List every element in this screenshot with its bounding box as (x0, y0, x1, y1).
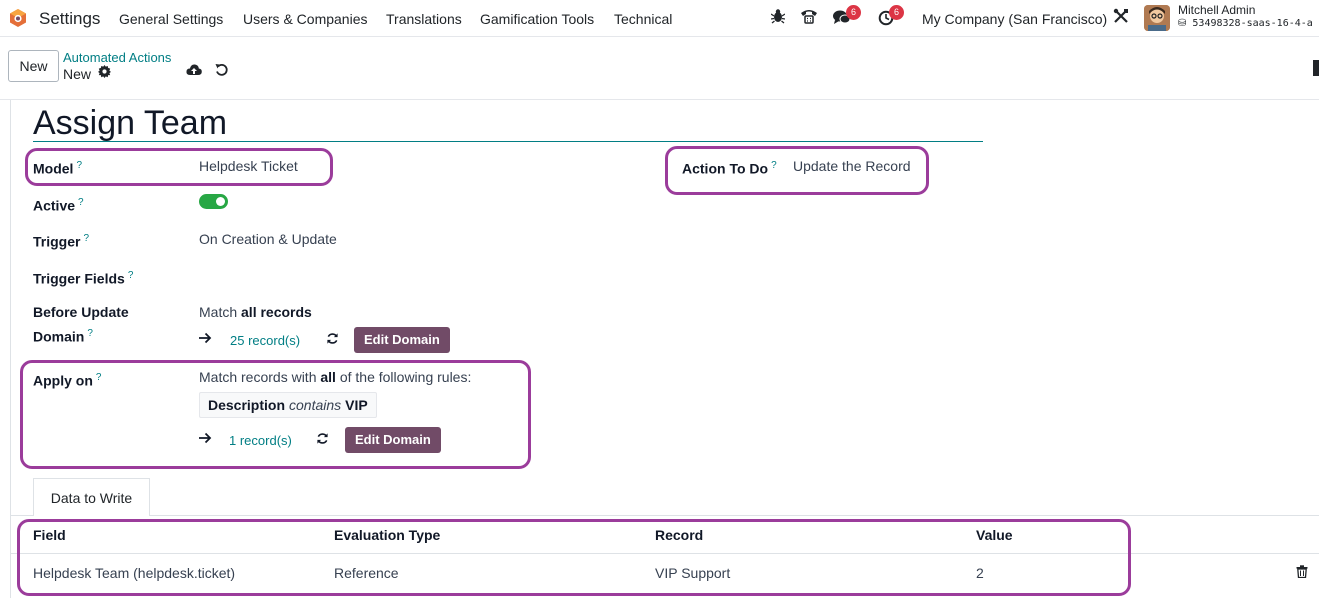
refresh-icon[interactable] (326, 332, 339, 348)
help-tooltip-icon[interactable]: ? (128, 270, 134, 281)
active-toggle[interactable] (199, 194, 228, 209)
activities-badge: 6 (889, 5, 904, 20)
arrow-right-icon (199, 331, 212, 347)
highlight-data-to-write (17, 519, 1131, 596)
menu-gamification-tools[interactable]: Gamification Tools (480, 11, 594, 27)
trigger-field[interactable]: On Creation & Update (199, 231, 337, 247)
trash-icon[interactable] (1296, 565, 1308, 581)
before-update-label-line1: Before Update (33, 304, 129, 320)
menu-general-settings[interactable]: General Settings (119, 11, 223, 27)
gear-icon[interactable] (98, 65, 111, 81)
before-update-label-line2: Domain? (33, 328, 93, 345)
tab-bar-line (11, 515, 1319, 516)
edit-domain-button[interactable]: Edit Domain (354, 327, 450, 353)
user-name[interactable]: Mitchell Admin (1178, 3, 1255, 17)
title-underline (33, 141, 983, 142)
menu-translations[interactable]: Translations (386, 11, 462, 27)
highlight-apply-on (20, 360, 531, 469)
highlight-action (665, 146, 929, 195)
before-update-records-link[interactable]: 25 record(s) (230, 333, 300, 348)
tools-icon[interactable] (1113, 8, 1129, 29)
messages-badge: 6 (846, 5, 861, 20)
new-button[interactable]: New (8, 50, 59, 82)
app-name[interactable]: Settings (39, 9, 100, 29)
menu-users-companies[interactable]: Users & Companies (243, 11, 368, 27)
trigger-label: Trigger? (33, 233, 90, 250)
tab-data-to-write[interactable]: Data to Write (33, 478, 150, 516)
menu-technical[interactable]: Technical (614, 11, 672, 27)
help-tooltip-icon[interactable]: ? (87, 328, 93, 339)
help-tooltip-icon[interactable]: ? (78, 197, 84, 208)
database-name: ⛁ 53498328-saas-16-4-a (1178, 18, 1313, 29)
breadcrumb-current: New (63, 66, 92, 82)
company-switcher[interactable]: My Company (San Francisco) (922, 11, 1107, 27)
help-tooltip-icon[interactable]: ? (83, 233, 89, 244)
bug-icon[interactable] (770, 8, 786, 28)
cloud-upload-icon[interactable] (186, 63, 202, 81)
before-update-summary: Match all records (199, 304, 312, 320)
side-panel-handle[interactable] (1313, 60, 1319, 76)
active-label: Active? (33, 197, 84, 214)
odoo-logo-icon[interactable] (8, 8, 28, 28)
record-name-field[interactable]: Assign Team (33, 104, 227, 143)
highlight-model (25, 148, 333, 186)
undo-icon[interactable] (215, 63, 229, 81)
phone-icon[interactable] (800, 8, 818, 28)
breadcrumb-parent[interactable]: Automated Actions (63, 50, 171, 65)
trigger-fields-label: Trigger Fields? (33, 270, 134, 287)
top-navbar: Settings General Settings Users & Compan… (0, 0, 1319, 37)
avatar[interactable] (1144, 5, 1170, 31)
form-sheet-edge (10, 100, 11, 598)
control-panel-divider (0, 99, 1319, 100)
